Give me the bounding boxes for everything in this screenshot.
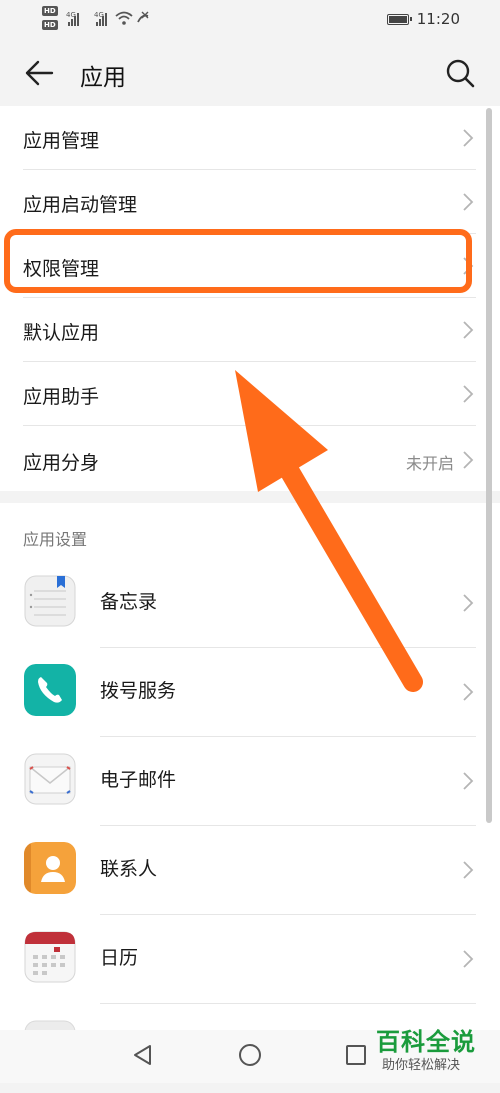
chevron-right-icon [463, 321, 474, 339]
menu-item-default-apps[interactable]: 默认应用 [0, 298, 500, 362]
status-bar: HD HD 4G 4G 11:20 [0, 0, 500, 40]
chevron-right-icon [463, 129, 474, 147]
app-item-calendar[interactable]: 日历 [0, 915, 500, 1004]
nav-home-icon[interactable] [239, 1044, 261, 1066]
page-title: 应用 [80, 65, 126, 91]
nav-recent-icon[interactable] [346, 1045, 366, 1065]
highlight-box [4, 229, 472, 293]
chevron-right-icon [463, 193, 474, 211]
hd-badge-2: HD [42, 20, 58, 30]
menu-item-app-management[interactable]: 应用管理 [0, 106, 500, 170]
watermark-subtitle: 助你轻松解决 [382, 1058, 461, 1073]
app-label: 拨号服务 [100, 680, 177, 702]
app-settings-card: 应用设置 备忘录 拨号服务 电子邮件 联系人 日历 [0, 503, 500, 1072]
section-title: 应用设置 [23, 530, 88, 549]
clock: 11:20 [416, 10, 460, 28]
battery-icon [386, 13, 412, 25]
menu-item-app-twin[interactable]: 应用分身 未开启 [0, 426, 500, 491]
app-menu-card: 应用管理 应用启动管理 权限管理 默认应用 应用助手 应用分身 未开启 [0, 106, 500, 491]
search-icon[interactable] [444, 57, 476, 89]
watermark-title: 百科全说 [376, 1028, 476, 1056]
app-label: 备忘录 [100, 591, 158, 613]
app-label: 日历 [100, 947, 139, 969]
phone-icon [24, 664, 76, 716]
chevron-right-icon [463, 772, 474, 790]
back-arrow-icon[interactable] [22, 56, 56, 90]
nav-back-icon[interactable] [132, 1044, 154, 1066]
contacts-icon [24, 842, 76, 894]
menu-item-app-assistant[interactable]: 应用助手 [0, 362, 500, 426]
menu-item-startup-management[interactable]: 应用启动管理 [0, 170, 500, 234]
app-twin-status: 未开启 [405, 454, 454, 473]
chevron-right-icon [463, 594, 474, 612]
chevron-right-icon [463, 861, 474, 879]
app-item-contacts[interactable]: 联系人 [0, 826, 500, 915]
menu-item-label: 应用助手 [23, 386, 100, 408]
menu-item-label: 应用分身 [23, 452, 100, 474]
app-label: 联系人 [100, 858, 158, 880]
app-label: 电子邮件 [100, 769, 177, 791]
chevron-right-icon [463, 683, 474, 701]
app-item-memo[interactable]: 备忘录 [0, 559, 500, 648]
app-item-dialer[interactable]: 拨号服务 [0, 648, 500, 737]
chevron-right-icon [463, 950, 474, 968]
memo-icon [24, 575, 76, 627]
calendar-icon [24, 931, 76, 983]
scrollbar[interactable] [486, 108, 492, 823]
app-header: 应用 [0, 40, 500, 106]
chevron-right-icon [463, 451, 474, 469]
hd-badge-1: HD [42, 6, 58, 16]
chevron-right-icon [463, 385, 474, 403]
mail-icon [24, 753, 76, 805]
menu-item-label: 默认应用 [23, 322, 100, 344]
menu-item-label: 应用管理 [23, 130, 100, 152]
status-right: 11:20 [386, 10, 460, 28]
menu-item-label: 应用启动管理 [23, 194, 138, 216]
app-item-email[interactable]: 电子邮件 [0, 737, 500, 826]
signal-icons: 4G 4G [66, 11, 149, 26]
